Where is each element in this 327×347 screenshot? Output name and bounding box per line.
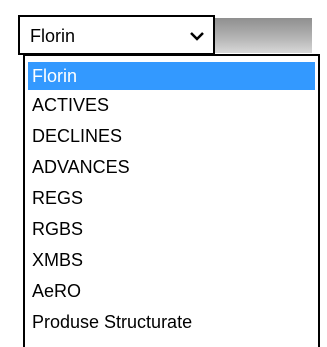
option-declines[interactable]: DECLINES	[25, 121, 318, 152]
chevron-down-icon[interactable]	[188, 27, 206, 45]
option-aero[interactable]: AeRO	[25, 276, 318, 307]
toolbar-background	[215, 18, 312, 53]
option-advances[interactable]: ADVANCES	[25, 152, 318, 183]
dropdown-screenshot: Florin Florin ACTIVES DECLINES ADVANCES …	[0, 0, 327, 347]
option-produse-structurate[interactable]: Produse Structurate	[25, 307, 318, 338]
option-xmbs[interactable]: XMBS	[25, 245, 318, 276]
option-florin[interactable]: Florin	[28, 62, 315, 90]
option-regs[interactable]: REGS	[25, 183, 318, 214]
currency-select[interactable]: Florin	[18, 15, 215, 55]
dropdown-options-list[interactable]: Florin ACTIVES DECLINES ADVANCES REGS RG…	[23, 54, 320, 347]
select-current-value: Florin	[30, 26, 76, 46]
option-actives[interactable]: ACTIVES	[25, 90, 318, 121]
option-rgbs[interactable]: RGBS	[25, 214, 318, 245]
